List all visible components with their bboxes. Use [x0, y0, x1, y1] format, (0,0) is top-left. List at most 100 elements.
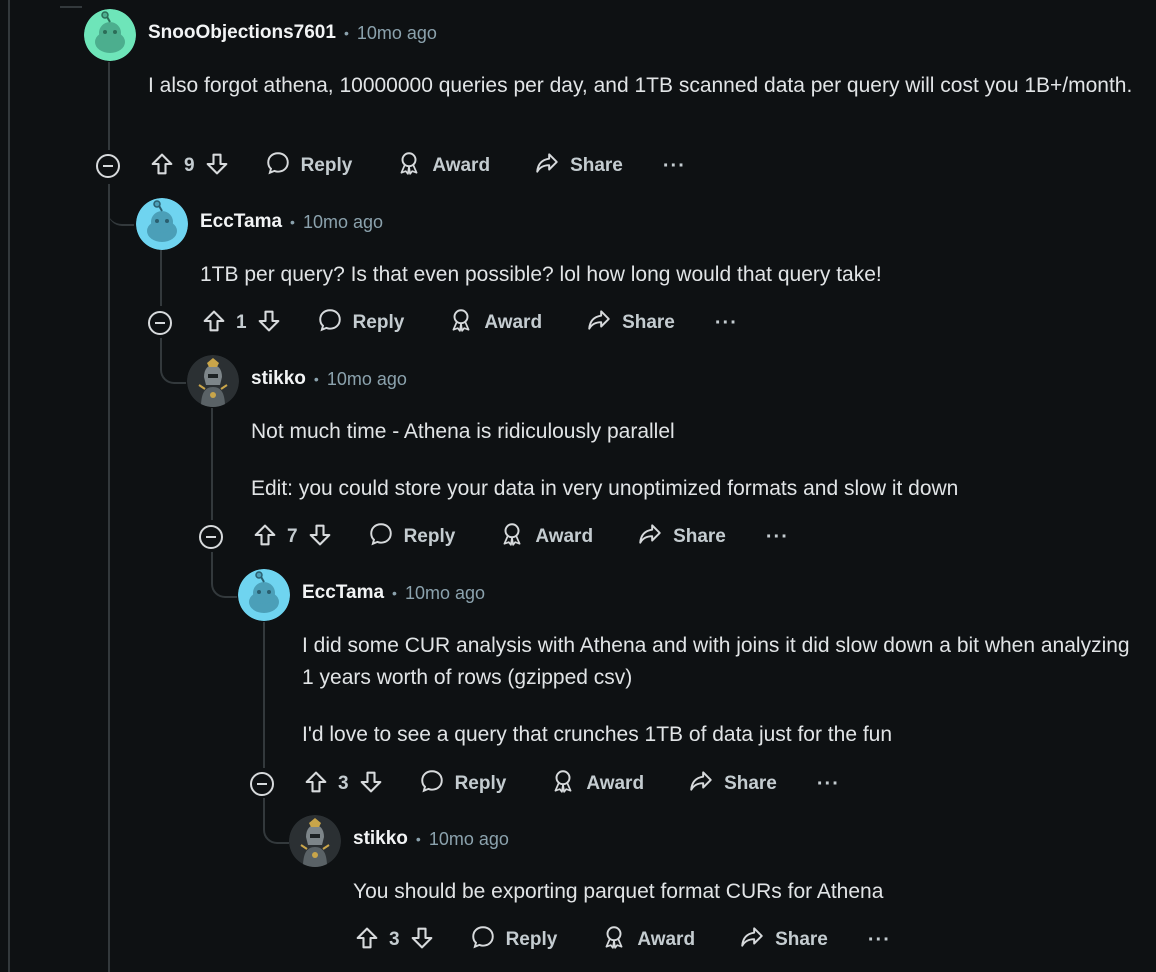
vote-count: 7 — [287, 526, 298, 547]
award-label: Award — [637, 929, 696, 950]
comment-thread: SnooObjections7601 • 10mo ago I also for… — [0, 0, 1156, 972]
more-options-icon[interactable]: ··· — [663, 155, 686, 178]
upvote-icon[interactable] — [353, 924, 381, 957]
downvote-icon[interactable] — [408, 924, 436, 957]
downvote-icon[interactable] — [357, 768, 385, 801]
award-label: Award — [432, 155, 491, 176]
separator-dot: • — [343, 25, 349, 41]
share-button[interactable]: Share — [688, 768, 777, 800]
award-icon — [448, 307, 484, 339]
comment-bubble-icon — [470, 924, 506, 956]
separator-dot: • — [290, 214, 295, 230]
downvote-icon[interactable] — [306, 521, 334, 554]
reply-label: Reply — [505, 929, 558, 950]
separator-dot: • — [313, 371, 319, 387]
upvote-icon[interactable] — [302, 768, 330, 801]
thread-line[interactable] — [160, 250, 162, 306]
vote-count: 3 — [389, 929, 400, 950]
more-options-icon[interactable]: ··· — [715, 312, 738, 335]
collapse-button[interactable] — [96, 154, 120, 178]
share-label: Share — [724, 773, 777, 794]
award-label: Award — [586, 773, 645, 794]
reply-label: Reply — [454, 773, 507, 794]
award-button[interactable]: Award — [601, 924, 695, 956]
share-icon — [739, 924, 775, 956]
thread-line[interactable] — [8, 0, 10, 972]
thread-branch — [160, 338, 186, 384]
reply-button[interactable]: Reply — [470, 924, 558, 956]
share-label: Share — [673, 526, 726, 547]
share-button[interactable]: Share — [586, 307, 675, 339]
collapse-button[interactable] — [250, 772, 274, 796]
vote-count: 9 — [184, 155, 195, 176]
award-icon — [601, 924, 637, 956]
share-label: Share — [775, 929, 828, 950]
author-name[interactable]: stikko — [353, 828, 408, 850]
author-name[interactable]: SnooObjections7601 — [148, 22, 336, 44]
comment-body: I also forgot athena, 10000000 queries p… — [148, 70, 1138, 127]
share-label: Share — [622, 312, 675, 333]
timestamp[interactable]: 10mo ago — [405, 583, 485, 604]
timestamp[interactable]: 10mo ago — [327, 369, 407, 390]
timestamp[interactable]: 10mo ago — [429, 829, 509, 850]
reply-label: Reply — [300, 155, 353, 176]
comment-paragraph: I'd love to see a query that crunches 1T… — [302, 723, 893, 746]
author-name[interactable]: stikko — [251, 368, 306, 390]
thread-line[interactable] — [108, 184, 110, 972]
reply-button[interactable]: Reply — [368, 521, 455, 553]
comment-paragraph: You should be exporting parquet format C… — [353, 880, 884, 903]
thread-line[interactable] — [211, 408, 213, 520]
downvote-icon[interactable] — [255, 307, 283, 340]
award-button[interactable]: Award — [499, 521, 593, 553]
vote-count: 1 — [236, 312, 247, 333]
comment-actions: 1 Reply Award Share ··· — [148, 303, 738, 343]
timestamp[interactable]: 10mo ago — [303, 212, 383, 233]
share-icon — [534, 150, 570, 182]
comment-paragraph: Edit: you could store your data in very … — [251, 477, 959, 500]
author-name[interactable]: EccTama — [302, 582, 384, 604]
comment-bubble-icon — [317, 307, 353, 339]
comment-actions: 7 Reply Award Share ··· — [199, 517, 789, 557]
award-icon — [499, 521, 535, 553]
comment-body: Not much time - Athena is ridiculously p… — [251, 416, 1141, 530]
vote-count: 3 — [338, 773, 349, 794]
reply-button[interactable]: Reply — [265, 150, 353, 182]
reply-button[interactable]: Reply — [317, 307, 405, 339]
more-options-icon[interactable]: ··· — [868, 929, 891, 952]
comment-paragraph: 1TB per query? Is that even possible? lo… — [200, 263, 882, 286]
separator-dot: • — [415, 831, 421, 847]
more-options-icon[interactable]: ··· — [766, 526, 789, 549]
collapse-button[interactable] — [199, 525, 223, 549]
comment-actions: 9 Reply Award Share ··· — [96, 146, 686, 186]
share-button[interactable]: Share — [739, 924, 828, 956]
award-button[interactable]: Award — [550, 768, 644, 800]
thread-line[interactable] — [263, 622, 265, 768]
share-button[interactable]: Share — [637, 521, 726, 553]
more-options-icon[interactable]: ··· — [817, 773, 840, 796]
award-button[interactable]: Award — [396, 150, 490, 182]
timestamp[interactable]: 10mo ago — [357, 23, 437, 44]
comment-paragraph: Not much time - Athena is ridiculously p… — [251, 420, 675, 443]
reply-label: Reply — [352, 312, 405, 333]
collapse-button[interactable] — [148, 311, 172, 335]
downvote-icon[interactable] — [203, 150, 231, 183]
award-icon — [396, 150, 432, 182]
comment-actions: 3 Reply Award Share ··· — [250, 764, 840, 804]
thread-line[interactable] — [108, 62, 110, 150]
author-name[interactable]: EccTama — [200, 211, 282, 233]
share-button[interactable]: Share — [534, 150, 623, 182]
upvote-icon[interactable] — [148, 150, 176, 183]
award-button[interactable]: Award — [448, 307, 542, 339]
comment-actions: 3 Reply Award Share ··· — [301, 920, 891, 960]
thread-branch — [60, 0, 82, 8]
comment-paragraph: I also forgot athena, 10000000 queries p… — [148, 74, 1133, 97]
upvote-icon[interactable] — [251, 521, 279, 554]
comment-paragraph: I did some CUR analysis with Athena and … — [302, 634, 1130, 689]
award-icon — [550, 768, 586, 800]
share-icon — [688, 768, 724, 800]
upvote-icon[interactable] — [200, 307, 228, 340]
award-label: Award — [484, 312, 543, 333]
comment-bubble-icon — [265, 150, 301, 182]
reply-button[interactable]: Reply — [419, 768, 507, 800]
thread-branch — [263, 798, 289, 844]
